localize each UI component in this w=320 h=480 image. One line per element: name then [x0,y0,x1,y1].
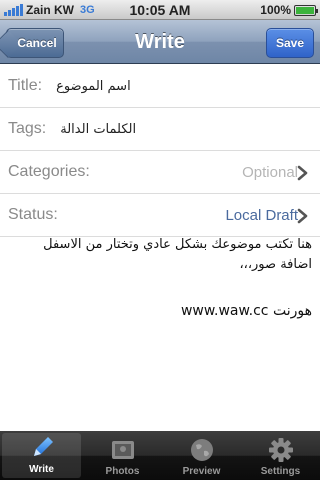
title-label: Title: [8,77,43,94]
cancel-button-label: Cancel [17,36,57,50]
photos-icon [111,441,134,459]
title-row[interactable]: Title: اسم الموضوع [0,65,320,108]
tab-photos[interactable]: Photos [83,431,162,480]
post-form: Title: اسم الموضوع Tags: الكلمات الدالة … [0,65,320,237]
tab-write-label: Write [29,464,54,475]
post-body-textarea[interactable]: هنا تكتب موضوعك بشكل عادي وتختار من الاس… [0,235,320,347]
status-bar: Zain KW 3G 10:05 AM 100% [0,0,320,20]
tab-preview-label: Preview [182,466,221,477]
title-field[interactable]: اسم الموضوع [56,79,131,94]
tags-field[interactable]: الكلمات الدالة [60,122,136,137]
status-label: Status: [8,206,58,223]
body-link-line: www.waw.cc هورنت [180,303,312,319]
status-row[interactable]: Status: Local Draft [0,194,320,237]
tab-settings-label: Settings [260,466,301,477]
navigation-bar: Write Cancel Save [0,20,320,64]
tab-write[interactable]: Write [2,433,81,478]
save-button[interactable]: Save [266,28,314,58]
tab-photos-label: Photos [105,466,140,477]
cancel-button[interactable]: Cancel [6,28,64,58]
categories-label: Categories: [8,163,90,180]
categories-value: Optional [242,164,298,181]
chevron-right-icon [297,208,308,224]
chevron-right-icon [297,165,308,181]
categories-row[interactable]: Categories: Optional [0,151,320,194]
tab-preview[interactable]: Preview [162,431,241,480]
tags-row[interactable]: Tags: الكلمات الدالة [0,108,320,151]
pencil-icon [33,437,53,456]
tab-settings[interactable]: Settings [241,431,320,480]
battery-percent: 100% [260,3,291,17]
tags-label: Tags: [8,120,47,137]
gear-icon [268,438,293,462]
tab-bar: Write Photos Preview Settings [0,431,320,480]
globe-icon [190,439,213,461]
status-value: Local Draft [225,207,298,224]
body-paragraph: هنا تكتب موضوعك بشكل عادي وتختار من الاس… [43,237,312,272]
battery-icon [294,4,318,16]
